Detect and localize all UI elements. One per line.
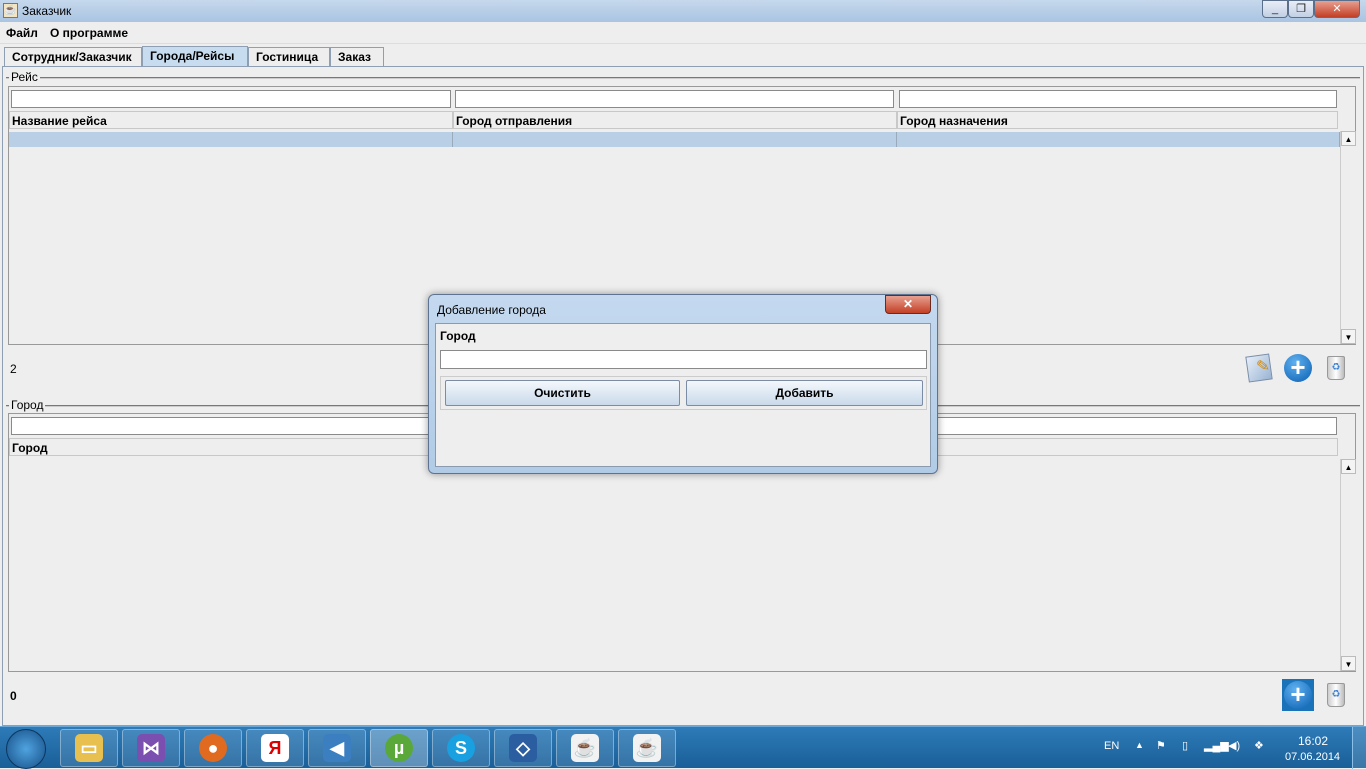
table-row-cell[interactable] [453,132,897,147]
show-desktop-button[interactable] [1352,727,1366,769]
clock-date[interactable]: 07.06.2014 [1285,751,1340,763]
table-row-cell[interactable] [897,132,1340,147]
dialog-body: Город Очистить Добавить [435,323,931,467]
edit-flight-button[interactable]: ✎ [1244,353,1274,383]
flights-count: 2 [10,362,17,376]
table-row-cell[interactable] [9,132,453,147]
volume-icon[interactable]: ◀) [1228,739,1240,752]
col-departure-city[interactable]: Город отправления [453,111,897,129]
language-indicator[interactable]: EN [1104,740,1119,752]
city-label: Город [440,329,476,343]
minimize-button[interactable]: _ [1262,0,1288,18]
add-button[interactable]: Добавить [686,380,923,406]
taskbar-explorer[interactable]: ▭ [60,729,118,767]
cities-scrollbar[interactable]: ▲ ▼ [1340,459,1356,671]
java-app-icon: ☕ [3,3,18,18]
dialog-title: Добавление города [437,303,546,317]
network-signal-icon[interactable]: ▂▄▆ [1204,739,1229,752]
taskbar-audio[interactable]: ◀ [308,729,366,767]
taskbar-java-1[interactable]: ☕ [556,729,614,767]
title-bar: ☕ Заказчик _ ❐ ✕ [0,0,1366,22]
virtualbox-icon: ◇ [509,734,537,762]
window-title: Заказчик [22,4,72,18]
filter-arrival-city[interactable] [899,90,1337,108]
java-icon: ☕ [633,734,661,762]
taskbar: ▭ ⋈ ● Я ◀ µ S ◇ ☕ ☕ EN ▲ ⚑ ▯ ▂▄▆ ◀) ❖ 16… [0,726,1366,769]
dialog-close-button[interactable]: ✕ [885,295,931,314]
menu-file[interactable]: Файл [6,26,38,40]
add-flight-button[interactable]: + [1283,353,1313,383]
tab-hotel[interactable]: Гостиница [248,47,330,67]
visual-studio-icon: ⋈ [137,734,165,762]
dropbox-icon[interactable]: ❖ [1254,739,1264,752]
speaker-icon: ◀ [323,734,351,762]
taskbar-firefox[interactable]: ● [184,729,242,767]
delete-flight-button[interactable]: ♻ [1321,353,1351,383]
plus-icon: + [1284,681,1312,709]
taskbar-visual-studio[interactable]: ⋈ [122,729,180,767]
scroll-down-icon[interactable]: ▼ [1341,656,1356,671]
menu-bar: Файл О программе [0,22,1366,44]
taskbar-java-2[interactable]: ☕ [618,729,676,767]
cities-legend: Город [9,398,46,412]
scroll-down-icon[interactable]: ▼ [1341,329,1356,344]
java-icon: ☕ [571,734,599,762]
city-input[interactable] [440,350,927,369]
flights-scrollbar[interactable]: ▲ ▼ [1340,131,1356,344]
scroll-up-icon[interactable]: ▲ [1341,131,1356,146]
folder-icon: ▭ [75,734,103,762]
maximize-button[interactable]: ❐ [1288,0,1314,18]
taskbar-utorrent[interactable]: µ [370,729,428,767]
col-flight-name[interactable]: Название рейса [9,111,453,129]
edit-note-icon: ✎ [1245,353,1273,383]
skype-icon: S [447,734,475,762]
filter-departure-city[interactable] [455,90,894,108]
show-hidden-icons[interactable]: ▲ [1135,740,1144,750]
battery-icon[interactable]: ▯ [1182,739,1188,752]
trash-icon: ♻ [1327,683,1345,707]
tab-cities-flights[interactable]: Города/Рейсы [142,46,248,66]
add-city-dialog: Добавление города ✕ Город Очистить Добав… [428,294,938,474]
trash-icon: ♻ [1327,356,1345,380]
flights-legend: Рейс [9,70,40,84]
close-button[interactable]: ✕ [1314,0,1360,18]
filter-flight-name[interactable] [11,90,451,108]
utorrent-icon: µ [385,734,413,762]
cities-count: 0 [10,689,17,703]
plus-icon: + [1284,354,1312,382]
clock-time[interactable]: 16:02 [1298,734,1328,748]
start-button[interactable] [6,729,46,769]
action-center-flag-icon[interactable]: ⚑ [1156,739,1166,752]
taskbar-skype[interactable]: S [432,729,490,767]
col-arrival-city[interactable]: Город назначения [897,111,1338,129]
taskbar-yandex[interactable]: Я [246,729,304,767]
firefox-icon: ● [199,734,227,762]
scroll-up-icon[interactable]: ▲ [1341,459,1356,474]
delete-city-button[interactable]: ♻ [1321,680,1351,710]
taskbar-virtualbox[interactable]: ◇ [494,729,552,767]
menu-about[interactable]: О программе [50,26,128,40]
tab-employee-customer[interactable]: Сотрудник/Заказчик [4,47,142,67]
clear-button[interactable]: Очистить [445,380,680,406]
tab-order[interactable]: Заказ [330,47,384,67]
add-city-button[interactable]: + [1282,679,1314,711]
yandex-icon: Я [261,734,289,762]
